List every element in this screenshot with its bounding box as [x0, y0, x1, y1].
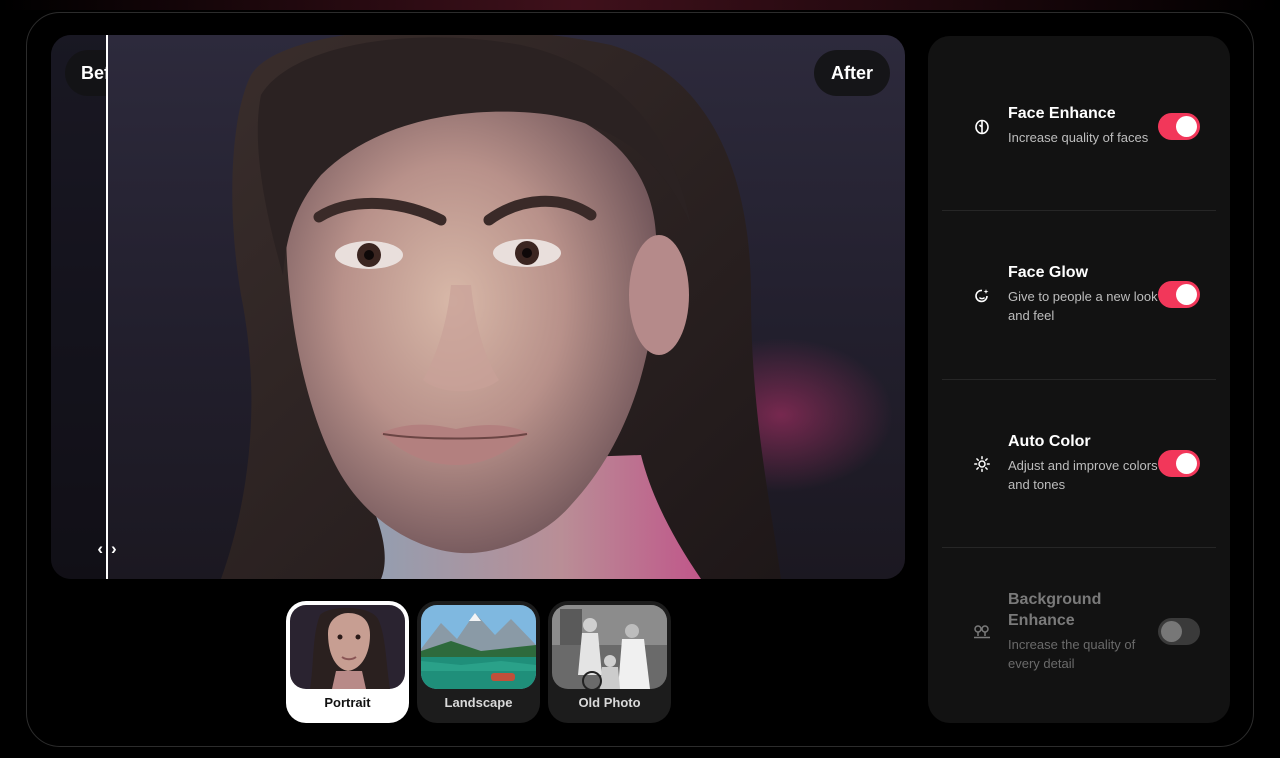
sun-icon [972, 454, 992, 474]
landscape-thumbnail [421, 605, 536, 689]
sample-old-photo[interactable]: Old Photo [548, 601, 671, 723]
compare-handle[interactable]: ‹ › [91, 539, 123, 558]
sample-label: Landscape [444, 695, 513, 710]
sample-landscape[interactable]: Landscape [417, 601, 540, 723]
background-enhance-toggle[interactable] [1158, 618, 1200, 645]
toggle-knob [1176, 453, 1197, 474]
toggle-knob [1161, 621, 1182, 642]
portrait-photo [221, 35, 781, 579]
enhancement-panel: Face Enhance Increase quality of faces F… [928, 36, 1230, 723]
option-title: Background Enhance [1008, 591, 1102, 629]
toggle-knob [1176, 116, 1197, 137]
compare-divider[interactable] [106, 35, 108, 579]
before-label-clip: Before [51, 35, 107, 579]
toggle-knob [1176, 284, 1197, 305]
option-description: Adjust and improve colors and tones [1008, 458, 1158, 492]
chevron-right-icon: › [111, 539, 117, 558]
face-glow-icon [972, 286, 992, 306]
face-glow-toggle[interactable] [1158, 281, 1200, 308]
preview-image[interactable]: Before After ‹ › [51, 35, 905, 579]
face-enhance-icon [972, 117, 992, 137]
option-description: Increase the quality of every detail [1008, 637, 1136, 671]
sample-label: Portrait [324, 695, 371, 710]
after-label: After [814, 50, 890, 96]
face-enhance-toggle[interactable] [1158, 113, 1200, 140]
option-face-glow: Face Glow Give to people a new look and … [942, 211, 1216, 379]
top-glow [0, 0, 1280, 10]
before-label: Before [65, 50, 107, 96]
option-title: Face Glow [1008, 264, 1089, 281]
option-face-enhance: Face Enhance Increase quality of faces [942, 36, 1216, 204]
portrait-thumbnail [290, 605, 405, 689]
option-title: Face Enhance [1008, 105, 1116, 122]
chevron-left-icon: ‹ [97, 539, 103, 558]
old-photo-thumbnail [552, 605, 667, 689]
sample-portrait[interactable]: Portrait [286, 601, 409, 723]
background-enhance-icon [972, 622, 992, 642]
sample-label: Old Photo [578, 695, 641, 710]
option-description: Increase quality of faces [1008, 130, 1149, 145]
sample-selector: Portrait Landscape Old Photo [286, 601, 671, 723]
option-auto-color: Auto Color Adjust and improve colors and… [942, 380, 1216, 548]
option-description: Give to people a new look and feel [1008, 289, 1158, 323]
option-title: Auto Color [1008, 433, 1091, 450]
auto-color-toggle[interactable] [1158, 450, 1200, 477]
option-background-enhance: Background Enhance Increase the quality … [942, 548, 1216, 716]
